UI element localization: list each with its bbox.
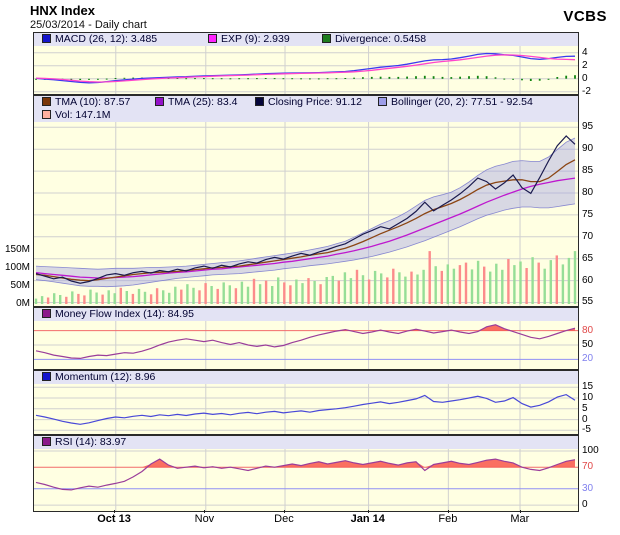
volume-axis-label: 50M: [0, 281, 30, 291]
closing-price-swatch-icon: [255, 97, 264, 106]
momentum-legend-item: Momentum (12): 8.96: [42, 371, 155, 384]
exp-legend-item: EXP (9): 2.939: [208, 33, 290, 46]
x-axis-tick: [448, 510, 449, 513]
momentum-plot: [34, 384, 578, 434]
mfi-plot: [34, 321, 578, 369]
y-axis-label: -2: [582, 87, 591, 97]
y-axis-label: 70: [582, 462, 593, 472]
y-axis-label: 80: [582, 326, 593, 336]
closing-price-legend-item: Closing Price: 91.12: [255, 96, 362, 109]
bollinger-swatch-icon: [378, 97, 387, 106]
volume-axis-label: 0M: [0, 299, 30, 309]
tma25-legend-item: TMA (25): 83.4: [155, 96, 237, 109]
rsi-legend: RSI (14): 83.97: [34, 436, 578, 449]
x-axis-label: Jan 14: [351, 513, 385, 525]
y-axis-label: 0: [582, 74, 588, 84]
divergence-swatch-icon: [322, 34, 331, 43]
volume-legend-label: Vol: 147.1M: [55, 109, 110, 121]
mfi-swatch-icon: [42, 309, 51, 318]
divergence-legend-item: Divergence: 0.5458: [322, 33, 426, 46]
momentum-panel: Momentum (12): 8.96: [33, 370, 579, 435]
page-subtitle: 25/03/2014 - Daily chart: [30, 19, 147, 31]
x-axis-tick: [368, 510, 369, 513]
macd-panel: MACD (26, 12): 3.485 EXP (9): 2.939 Dive…: [33, 32, 579, 95]
x-axis-label: Feb: [438, 513, 457, 525]
y-axis-label: 60: [582, 276, 593, 286]
macd-plot-svg: [34, 46, 578, 94]
y-axis-label: 95: [582, 122, 593, 132]
rsi-legend-item: RSI (14): 83.97: [42, 436, 126, 449]
macd-swatch-icon: [42, 34, 51, 43]
exp-legend-label: EXP (9): 2.939: [221, 33, 290, 45]
y-axis-label: 100: [582, 446, 599, 456]
volume-legend-item: Vol: 147.1M: [42, 109, 110, 122]
x-axis-tick: [114, 510, 115, 513]
y-axis-label: 70: [582, 232, 593, 242]
mfi-panel: Money Flow Index (14): 84.95: [33, 307, 579, 370]
x-axis-label: Oct 13: [97, 513, 131, 525]
momentum-swatch-icon: [42, 372, 51, 381]
x-axis-tick: [204, 510, 205, 513]
mfi-legend: Money Flow Index (14): 84.95: [34, 308, 578, 321]
y-axis-label: 65: [582, 254, 593, 264]
y-axis-label: 0: [582, 500, 588, 510]
y-axis-label: -5: [582, 425, 591, 435]
divergence-legend-label: Divergence: 0.5458: [335, 33, 426, 45]
y-axis-label: 55: [582, 297, 593, 307]
price-plot-svg: [34, 122, 578, 306]
bollinger-legend-item: Bollinger (20, 2): 77.51 - 92.54: [378, 96, 533, 109]
y-axis-label: 90: [582, 144, 593, 154]
closing-price-legend-label: Closing Price: 91.12: [268, 96, 362, 108]
chart-screenshot: HNX Index 25/03/2014 - Daily chart VCBS …: [0, 0, 620, 535]
rsi-panel: RSI (14): 83.97: [33, 435, 579, 512]
rsi-plot-svg: [34, 449, 578, 511]
macd-legend-item: MACD (26, 12): 3.485: [42, 33, 157, 46]
y-axis-label: 4: [582, 48, 588, 58]
mom-plot-svg: [34, 384, 578, 434]
volume-swatch-icon: [42, 110, 51, 119]
y-axis-label: 0: [582, 415, 588, 425]
macd-legend: MACD (26, 12): 3.485 EXP (9): 2.939 Dive…: [34, 33, 578, 46]
y-axis-label: 85: [582, 166, 593, 176]
rsi-swatch-icon: [42, 437, 51, 446]
y-axis-label: 75: [582, 210, 593, 220]
rsi-legend-label: RSI (14): 83.97: [55, 436, 126, 448]
x-axis-label: Dec: [274, 513, 294, 525]
y-axis-label: 20: [582, 354, 593, 364]
x-axis-tick: [284, 510, 285, 513]
x-axis-label: Mar: [510, 513, 529, 525]
mfi-plot-svg: [34, 321, 578, 369]
rsi-plot: [34, 449, 578, 511]
x-axis-tick: [520, 510, 521, 513]
y-axis-label: 80: [582, 188, 593, 198]
exp-swatch-icon: [208, 34, 217, 43]
macd-legend-label: MACD (26, 12): 3.485: [55, 33, 157, 45]
price-plot: [34, 122, 578, 306]
macd-plot: [34, 46, 578, 94]
tma10-legend-label: TMA (10): 87.57: [55, 96, 130, 108]
y-axis-label: 5: [582, 404, 588, 414]
tma25-swatch-icon: [155, 97, 164, 106]
x-axis-label: Nov: [195, 513, 215, 525]
page-title: HNX Index: [30, 3, 95, 18]
volume-axis-label: 150M: [0, 245, 30, 255]
volume-axis-label: 100M: [0, 263, 30, 273]
tma10-swatch-icon: [42, 97, 51, 106]
tma10-legend-item: TMA (10): 87.57: [42, 96, 130, 109]
mfi-legend-label: Money Flow Index (14): 84.95: [55, 308, 194, 320]
bollinger-legend-label: Bollinger (20, 2): 77.51 - 92.54: [391, 96, 533, 108]
mfi-legend-item: Money Flow Index (14): 84.95: [42, 308, 194, 321]
y-axis-label: 15: [582, 382, 593, 392]
price-legend: TMA (10): 87.57 TMA (25): 83.4 Closing P…: [34, 96, 578, 122]
y-axis-label: 30: [582, 484, 593, 494]
momentum-legend-label: Momentum (12): 8.96: [55, 371, 155, 383]
y-axis-label: 10: [582, 393, 593, 403]
y-axis-label: 2: [582, 61, 588, 71]
brand-logo: VCBS: [563, 8, 607, 25]
y-axis-label: 50: [582, 340, 593, 350]
tma25-legend-label: TMA (25): 83.4: [168, 96, 237, 108]
momentum-legend: Momentum (12): 8.96: [34, 371, 578, 384]
price-panel: TMA (10): 87.57 TMA (25): 83.4 Closing P…: [33, 95, 579, 307]
